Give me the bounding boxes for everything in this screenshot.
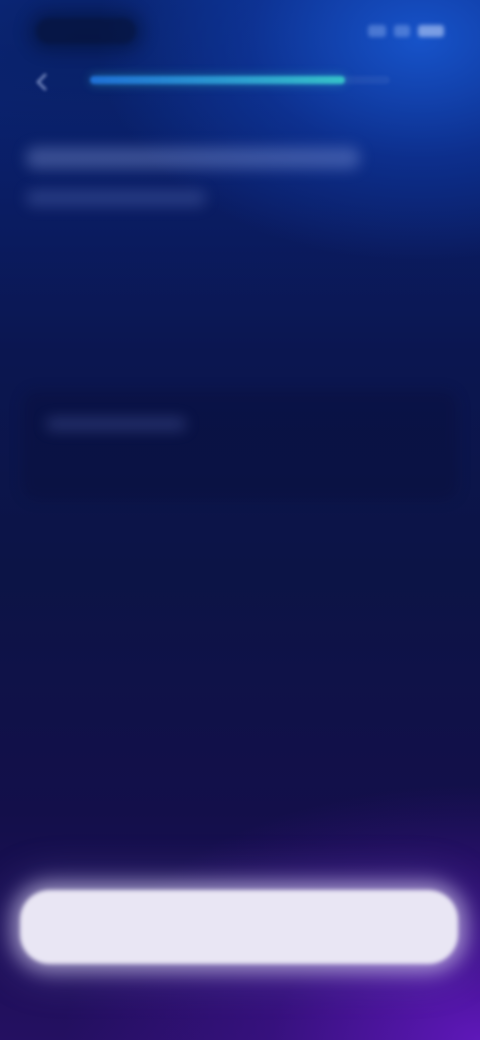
status-bar: [0, 0, 480, 60]
option-label[interactable]: [46, 412, 346, 436]
status-icons: [368, 20, 444, 42]
top-bar: [0, 60, 480, 100]
signal-icon: [368, 25, 386, 37]
status-time: [36, 18, 136, 44]
page-subtitle: [26, 184, 456, 208]
progress-bar: [90, 76, 390, 84]
page-title: [26, 140, 456, 174]
wifi-icon: [394, 25, 410, 37]
title-area: [26, 140, 456, 208]
content-panel: [22, 390, 458, 500]
back-button[interactable]: [28, 68, 56, 96]
continue-button-label: [209, 915, 269, 935]
back-arrow-icon: [34, 72, 50, 92]
continue-button[interactable]: [20, 890, 458, 964]
battery-icon: [418, 25, 444, 37]
progress-fill: [90, 76, 345, 84]
